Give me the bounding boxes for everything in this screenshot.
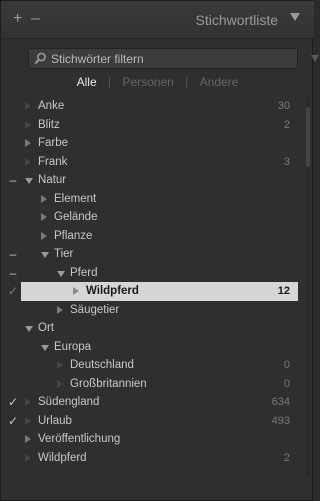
- keyword-row[interactable]: ✓ Wildpferd 12: [8, 282, 298, 301]
- keyword-row[interactable]: Element: [21, 190, 298, 209]
- keyword-row[interactable]: Farbe: [21, 134, 298, 153]
- keyword-tree: Anke 30 Blitz 2 Farbe Frank 3 – Natur Element Gelä…: [8, 97, 298, 468]
- keyword-row[interactable]: ✓ Südengland 634: [8, 393, 298, 412]
- keyword-label: Gelände: [54, 211, 98, 223]
- partial-mark-icon[interactable]: –: [7, 171, 19, 189]
- keyword-count: 2: [283, 451, 290, 464]
- keyword-count: 634: [271, 396, 290, 408]
- leaf-arrow-icon: [25, 416, 31, 425]
- leaf-arrow-icon: [57, 361, 63, 369]
- keyword-label: Großbritannien: [70, 377, 147, 390]
- keyword-count: 2: [283, 118, 290, 131]
- disclosure-collapsed-icon[interactable]: [41, 231, 47, 240]
- keyword-row[interactable]: Ort: [21, 319, 298, 338]
- keyword-type-tabs: Alle | Personen | Andere: [1, 75, 314, 91]
- keyword-label: Veröffentlichung: [38, 433, 121, 445]
- keyword-filter-input[interactable]: Stichwörter filtern: [28, 48, 319, 69]
- keyword-label: Blitz: [38, 118, 60, 131]
- keyword-count: 0: [283, 359, 290, 371]
- filter-dropdown-icon[interactable]: [311, 55, 319, 62]
- disclosure-expanded-icon[interactable]: [25, 178, 33, 184]
- panel-title[interactable]: Stichwortliste: [196, 12, 278, 28]
- keyword-label: Natur: [38, 174, 67, 186]
- keyword-label: Farbe: [38, 137, 69, 149]
- filter-placeholder: Stichwörter filtern: [51, 52, 144, 66]
- tab-separator: |: [108, 75, 112, 89]
- keyword-label: Deutschland: [70, 359, 134, 371]
- keyword-row[interactable]: Deutschland 0: [21, 356, 298, 375]
- keyword-label: Europa: [54, 340, 92, 353]
- keyword-row[interactable]: ✓ Urlaub 493: [8, 412, 298, 431]
- leaf-arrow-icon: [25, 157, 31, 166]
- keyword-row[interactable]: Veröffentlichung: [21, 430, 298, 449]
- tab-all[interactable]: Alle: [77, 75, 97, 89]
- keyword-label: Pflanze: [54, 229, 93, 242]
- keyword-row[interactable]: Pflanze: [21, 227, 298, 246]
- keyword-row[interactable]: Wildpferd 2: [21, 449, 298, 468]
- partial-mark-icon[interactable]: –: [7, 245, 19, 263]
- keyword-count: 0: [283, 377, 290, 390]
- keyword-count: 3: [283, 155, 290, 168]
- triangle-down-icon[interactable]: [290, 13, 300, 21]
- keyword-row[interactable]: Blitz 2: [21, 116, 298, 135]
- keyword-label: Südengland: [38, 396, 100, 408]
- checkmark-icon[interactable]: ✓: [7, 393, 19, 411]
- keyword-row[interactable]: – Natur: [10, 171, 298, 190]
- keyword-label: Tier: [54, 248, 74, 260]
- keyword-count: 12: [277, 285, 290, 297]
- disclosure-collapsed-icon[interactable]: [57, 305, 63, 314]
- disclosure-expanded-icon[interactable]: [41, 344, 49, 351]
- keyword-label: Pferd: [70, 266, 98, 279]
- leaf-arrow-icon: [73, 287, 79, 295]
- keyword-label: Frank: [38, 155, 68, 168]
- checkmark-icon[interactable]: ✓: [7, 282, 19, 300]
- leaf-arrow-icon: [25, 398, 31, 406]
- scrollbar[interactable]: [306, 97, 310, 477]
- disclosure-expanded-icon[interactable]: [25, 326, 33, 332]
- remove-keyword-button[interactable]: –: [31, 11, 40, 27]
- disclosure-collapsed-icon[interactable]: [41, 213, 47, 221]
- partial-mark-icon[interactable]: –: [7, 264, 19, 282]
- keyword-count: 493: [271, 414, 290, 427]
- disclosure-collapsed-icon[interactable]: [25, 435, 31, 443]
- leaf-arrow-icon: [25, 120, 31, 129]
- keyword-label: Anke: [38, 100, 65, 112]
- panel-header: + – Stichwortliste: [1, 1, 314, 39]
- scrollbar-thumb[interactable]: [306, 107, 310, 167]
- keyword-label: Säugetier: [70, 303, 120, 316]
- leaf-arrow-icon: [25, 102, 31, 110]
- keyword-row[interactable]: – Pferd: [10, 264, 298, 283]
- leaf-arrow-icon: [57, 379, 63, 388]
- disclosure-collapsed-icon[interactable]: [41, 194, 47, 203]
- keyword-row[interactable]: – Tier: [10, 245, 298, 264]
- tab-people[interactable]: Personen: [122, 75, 173, 89]
- keyword-label: Wildpferd: [38, 451, 87, 464]
- disclosure-expanded-icon[interactable]: [41, 252, 49, 258]
- keyword-count: 30: [277, 100, 290, 112]
- keyword-label: Ort: [38, 322, 54, 334]
- search-icon: [34, 52, 46, 65]
- disclosure-expanded-icon[interactable]: [57, 270, 65, 277]
- disclosure-collapsed-icon[interactable]: [25, 139, 31, 147]
- tab-separator: |: [185, 75, 189, 89]
- keyword-row[interactable]: Frank 3: [21, 153, 298, 172]
- keyword-row[interactable]: Anke 30: [21, 97, 298, 116]
- add-keyword-button[interactable]: +: [13, 11, 22, 27]
- keyword-row[interactable]: Europa: [21, 338, 298, 357]
- keyword-row[interactable]: Gelände: [21, 208, 298, 227]
- checkmark-icon[interactable]: ✓: [7, 412, 19, 430]
- keyword-row[interactable]: Großbritannien 0: [21, 375, 298, 394]
- keyword-row[interactable]: Säugetier: [21, 301, 298, 320]
- keyword-label: Element: [54, 192, 97, 205]
- tab-other[interactable]: Andere: [200, 75, 239, 89]
- keyword-label: Wildpferd: [86, 285, 139, 297]
- keyword-list-panel: + – Stichwortliste Stichwörter filtern A…: [0, 0, 319, 501]
- keyword-label: Urlaub: [38, 414, 72, 427]
- leaf-arrow-icon: [25, 453, 31, 462]
